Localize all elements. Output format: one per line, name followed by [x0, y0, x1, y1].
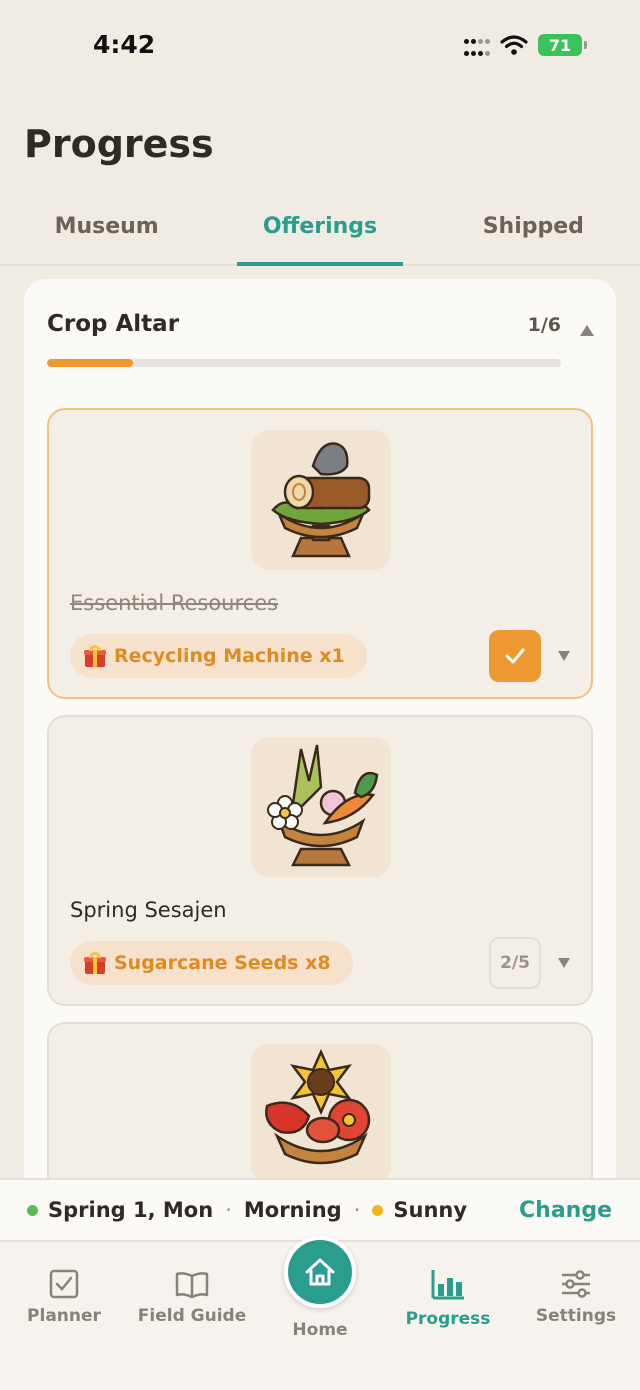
- checkbox-icon: [49, 1269, 79, 1299]
- nav-label: Home: [292, 1320, 348, 1340]
- date-bar: Spring 1, Mon · Morning · Sunny Change: [0, 1178, 640, 1242]
- weather-indicator-icon: [372, 1204, 384, 1216]
- book-icon: [175, 1272, 209, 1299]
- battery-level: 71: [548, 35, 572, 55]
- offering-card[interactable]: Spring Sesajen Sugarcane Seeds x8 2/5: [47, 715, 593, 1006]
- wifi-icon: [500, 35, 528, 55]
- gift-icon: [84, 952, 106, 974]
- tab-museum[interactable]: Museum: [0, 200, 213, 264]
- nav-label: Settings: [535, 1306, 617, 1326]
- separator: ·: [353, 1198, 361, 1222]
- altar-progress-bar: [47, 359, 561, 367]
- sliders-icon: [562, 1270, 590, 1298]
- altar-title: Crop Altar: [47, 311, 180, 337]
- offering-card[interactable]: Essential Resources Recycling Machine x1: [47, 408, 593, 699]
- separator: ·: [225, 1198, 232, 1222]
- time-of-day-label: Morning: [243, 1198, 342, 1222]
- altar-progress-fill: [47, 359, 133, 367]
- collapse-caret-icon[interactable]: [580, 325, 594, 336]
- date-label: Spring 1, Mon: [48, 1198, 214, 1222]
- offering-title: Essential Resources: [70, 591, 279, 615]
- altar-count: 1/6: [527, 314, 561, 336]
- reward-label: Sugarcane Seeds x8: [114, 952, 331, 974]
- offering-count[interactable]: 2/5: [489, 937, 541, 989]
- home-icon: [305, 1258, 335, 1286]
- reward-chip: Sugarcane Seeds x8: [70, 941, 353, 985]
- season-indicator-icon: [27, 1204, 38, 1216]
- change-button[interactable]: Change: [519, 1198, 612, 1223]
- tab-shipped[interactable]: Shipped: [427, 200, 640, 264]
- tab-offerings[interactable]: Offerings: [213, 200, 426, 266]
- checkmark-icon: [505, 648, 525, 664]
- tab-bar: Museum Offerings Shipped: [0, 200, 640, 266]
- offering-art-spring: [251, 737, 391, 877]
- expand-caret-icon[interactable]: [558, 958, 570, 968]
- reward-chip: Recycling Machine x1: [70, 634, 367, 678]
- reward-label: Recycling Machine x1: [114, 645, 345, 667]
- status-bar: 4:42 71: [0, 0, 640, 90]
- status-time: 4:42: [93, 30, 156, 59]
- gift-icon: [84, 645, 106, 667]
- nav-label: Progress: [405, 1309, 491, 1329]
- page-title: Progress: [24, 122, 214, 166]
- battery-icon: 71: [538, 34, 587, 56]
- expand-caret-icon[interactable]: [558, 651, 570, 661]
- altar-panel: Crop Altar 1/6 Essential Resources Recyc…: [24, 279, 616, 1279]
- offering-title: Spring Sesajen: [70, 898, 227, 922]
- home-button[interactable]: [284, 1236, 356, 1308]
- status-icons: 71: [464, 34, 587, 56]
- offering-art-summer: [251, 1044, 391, 1184]
- offering-art-resources: [251, 430, 391, 570]
- completed-checkbox[interactable]: [489, 630, 541, 682]
- nav-label: Field Guide: [137, 1306, 247, 1326]
- bottom-nav: Planner Field Guide Home Progress Settin…: [0, 1236, 640, 1390]
- cellular-signal-icon: [464, 34, 490, 56]
- bar-chart-icon: [431, 1270, 464, 1300]
- weather-label: Sunny: [393, 1198, 468, 1222]
- nav-label: Planner: [27, 1306, 101, 1326]
